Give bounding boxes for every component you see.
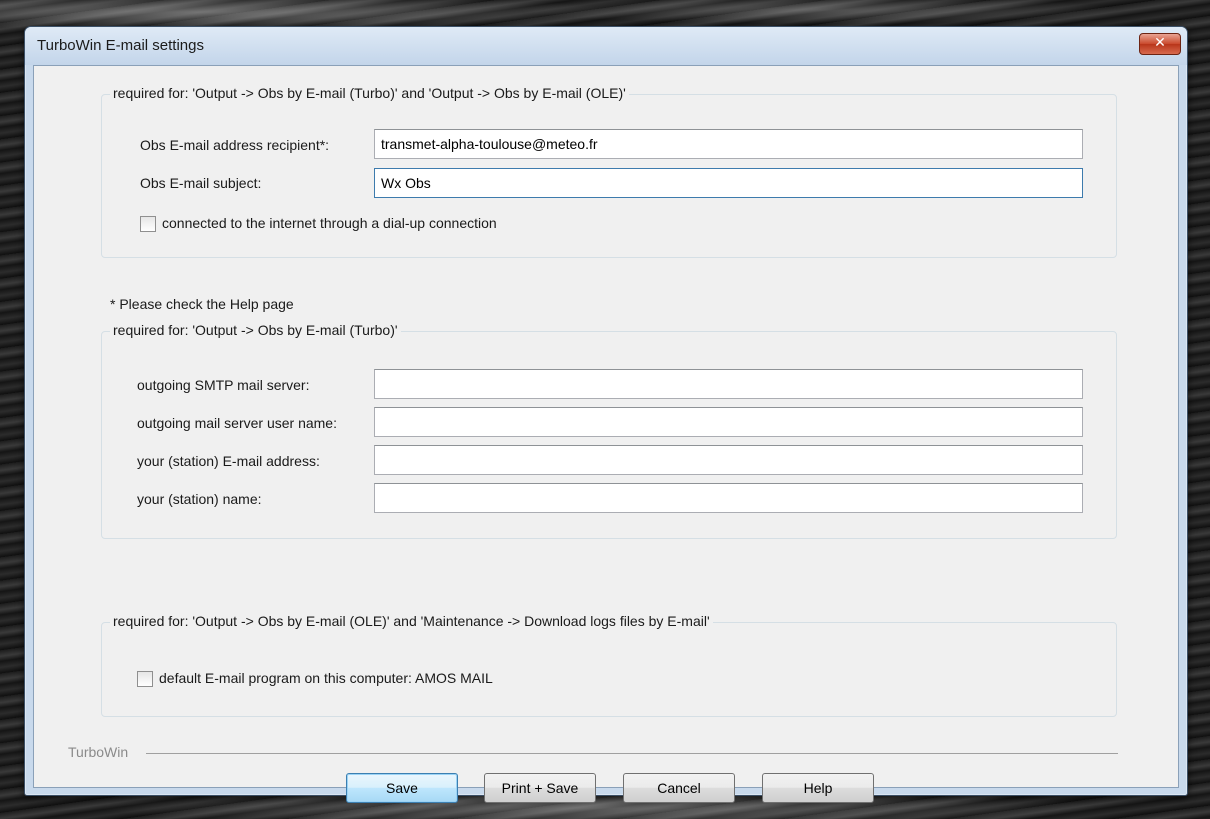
group-common-legend: required for: 'Output -> Obs by E-mail (… [110,85,629,101]
save-button[interactable]: Save [346,773,458,803]
footer-brand-label: TurboWin [68,744,129,760]
username-label: outgoing mail server user name: [137,415,337,431]
station-name-label: your (station) name: [137,491,262,507]
default-program-checkbox[interactable] [137,671,153,687]
title-bar[interactable]: TurboWin E-mail settings ✕ [25,27,1187,65]
smtp-input[interactable] [374,369,1083,399]
dialup-checkbox-label[interactable]: connected to the internet through a dial… [162,215,497,231]
station-email-input[interactable] [374,445,1083,475]
help-button[interactable]: Help [762,773,874,803]
station-email-label: your (station) E-mail address: [137,453,320,469]
print-save-button[interactable]: Print + Save [484,773,596,803]
close-button[interactable]: ✕ [1139,33,1181,55]
window-title: TurboWin E-mail settings [37,37,204,54]
subject-label: Obs E-mail subject: [140,175,262,191]
station-name-input[interactable] [374,483,1083,513]
footer-divider [146,753,1118,754]
cancel-button[interactable]: Cancel [623,773,735,803]
dialup-checkbox[interactable] [140,216,156,232]
group-common-email: required for: 'Output -> Obs by E-mail (… [101,85,1117,258]
default-program-checkbox-label[interactable]: default E-mail program on this computer:… [159,670,493,686]
email-settings-dialog: TurboWin E-mail settings ✕ required for:… [24,26,1188,803]
dialog-client-area: required for: 'Output -> Obs by E-mail (… [33,65,1179,803]
recipient-label: Obs E-mail address recipient*: [140,137,330,153]
group-turbo-legend: required for: 'Output -> Obs by E-mail (… [110,322,401,338]
username-input[interactable] [374,407,1083,437]
help-note: * Please check the Help page [110,296,294,312]
close-icon: ✕ [1154,35,1166,51]
smtp-label: outgoing SMTP mail server: [137,377,310,393]
group-ole-email: required for: 'Output -> Obs by E-mail (… [101,613,1117,717]
subject-input[interactable] [374,168,1083,198]
group-ole-legend: required for: 'Output -> Obs by E-mail (… [110,613,713,629]
group-turbo-email: required for: 'Output -> Obs by E-mail (… [101,322,1117,539]
recipient-input[interactable] [374,129,1083,159]
